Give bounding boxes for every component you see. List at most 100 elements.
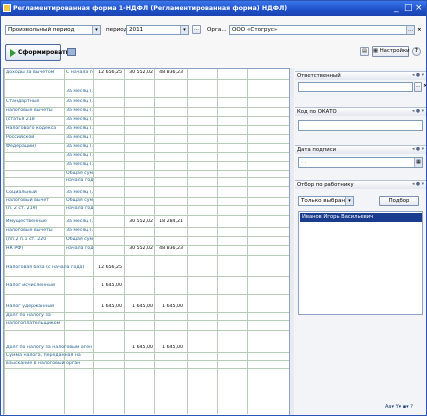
row-period: За месяц (108) [66,89,93,94]
employee-filter-header: Отбор по работнику ◂ ● ▾ [295,180,426,189]
row-period: За месяц (113) [66,135,93,140]
maximize-icon[interactable]: □ [404,2,413,14]
row-period: За месяц (319) [66,190,93,195]
clear-icon[interactable]: × [423,81,426,91]
ellipsis-icon[interactable]: … [406,26,414,34]
grid-row-line [4,79,289,80]
grid-column-line [187,69,188,414]
period-input[interactable]: 2011 ▾ [126,25,189,35]
period-value: 2011 [129,27,144,33]
row-description: (п. 2 ст. 219) [6,206,38,211]
app-icon [3,4,11,12]
row-period: За месяц (105) [66,162,93,167]
right-panel: Ответственный ◂ ● ▾ … × Код по ОКАТО ◂ ●… [295,68,426,415]
row-description: налоговый вычет [6,198,49,203]
list-item[interactable]: Иванов Игорь Васильевич [300,213,422,222]
grid-column-line [154,69,155,414]
grid-row-line [4,152,289,153]
row-period: За месяц (112) [66,126,93,131]
row-description: Федерации) [6,144,37,149]
row-description: Налогового кодекса [6,126,57,131]
row-period: За месяц (312) [66,228,93,233]
vertical-scrollbar[interactable] [290,68,294,415]
calendar-icon[interactable]: ▦ [414,158,422,167]
row-description: Социальный [6,190,37,195]
row-period: Общая сумма с [66,237,93,242]
row-description: Налог удержанный [6,304,55,309]
help-icon[interactable]: ? [412,47,421,56]
chevron-down-icon[interactable]: ▾ [92,26,100,34]
settings-label: Настройки [379,48,410,54]
row-value[interactable]: 1 645,00 [154,345,183,351]
status-tools-icons[interactable]: Aa▾ Y▾ ▪▾ ? [385,402,413,412]
row-value[interactable]: 18 284,21 [154,219,183,225]
grid-column-line [247,69,248,414]
row-value[interactable]: 1 645,00 [154,304,183,310]
organization-label: Орга... [207,27,227,33]
row-value[interactable]: 30 552,02 [124,219,153,225]
row-description: Налог исчисленный [6,283,55,288]
minimize-icon[interactable]: _ [394,2,399,14]
chevron-down-icon[interactable]: ▾ [180,26,188,34]
row-period: начала года [66,206,93,211]
sign-date-value: . . [301,159,307,165]
clear-icon[interactable]: × [417,25,422,35]
row-value[interactable]: 30 552,02 [124,246,153,252]
row-period: За месяц (103) [66,144,93,149]
grid-row-line [4,255,289,256]
okato-input[interactable] [298,120,423,131]
organization-input[interactable]: ООО «Стогрус» … [229,25,415,35]
panel-controls-icon[interactable]: ◂ ● ▾ [412,108,424,116]
close-icon[interactable]: × [415,2,423,14]
printer-icon[interactable] [67,48,76,56]
row-description: Сумма налога, переданная на [6,353,81,358]
panel-controls-icon[interactable]: ◂ ● ▾ [412,72,424,80]
responsible-header-label: Ответственный [297,73,341,79]
panel-controls-icon[interactable]: ◂ ● ▾ [412,181,424,189]
row-value[interactable]: 30 552,02 [124,70,153,76]
row-value[interactable]: 48 836,23 [154,70,183,76]
row-value[interactable]: 1 645,00 [124,304,153,310]
row-period: За месяц (109) [66,117,93,122]
main-window: Регламентированная форма 1-НДФЛ (Регламе… [0,0,427,416]
row-value[interactable]: 48 836,23 [154,246,183,252]
settings-icon: ▦ [373,48,379,54]
okato-header: Код по ОКАТО ◂ ● ▾ [295,107,426,116]
panel-toggle-icon[interactable]: ▤ [360,47,369,56]
row-period: За месяц (110) [66,99,93,104]
row-period: С начала года [66,70,93,75]
form-report-button[interactable]: Сформировать [5,44,69,61]
row-period: начала года [66,246,93,251]
settings-button[interactable]: ▦ Настройки [372,46,410,57]
row-value[interactable]: 1 645,00 [124,345,153,351]
row-description: (статья 218 [6,117,35,122]
sign-date-input[interactable]: . . ▦ [298,157,423,168]
sign-date-header-label: Дата подписи [297,147,337,153]
row-value[interactable]: 1 645,00 [93,304,122,310]
organization-value: ООО «Стогрус» [232,27,278,33]
row-value[interactable]: 12 656,25 [93,70,122,76]
row-period: За месяц (311) [66,219,93,224]
grid-row-line [4,97,289,98]
row-description: Стандартные [6,99,40,104]
responsible-input[interactable] [298,82,413,92]
period-type-select[interactable]: Произвольный период ▾ [5,25,101,35]
row-description: налоговые вычеты [6,108,53,113]
employee-list[interactable]: Иванов Игорь Васильевич [298,211,423,315]
period-select-button[interactable]: … [192,25,201,34]
select-employees-button[interactable]: Подбор [379,196,419,206]
okato-header-label: Код по ОКАТО [297,109,337,115]
filter-mode-select[interactable]: Только выбранны ▾ [298,196,354,206]
panel-controls-icon[interactable]: ◂ ● ▾ [412,146,424,154]
grid-row-line [4,215,289,216]
form-report-label: Сформировать [18,49,70,56]
responsible-select-button[interactable]: … [414,82,422,92]
chevron-down-icon[interactable]: ▾ [345,197,353,205]
row-value[interactable]: 1 645,00 [93,283,122,289]
report-grid: доходы за вычетомС начала года12 656,253… [3,68,290,415]
row-description: Налоговая база (с начала года) [6,265,85,270]
grid-row-line [4,294,289,295]
grid-column-line [217,69,218,414]
row-value[interactable]: 12 656,25 [93,265,122,271]
grid-column-line [4,69,5,414]
